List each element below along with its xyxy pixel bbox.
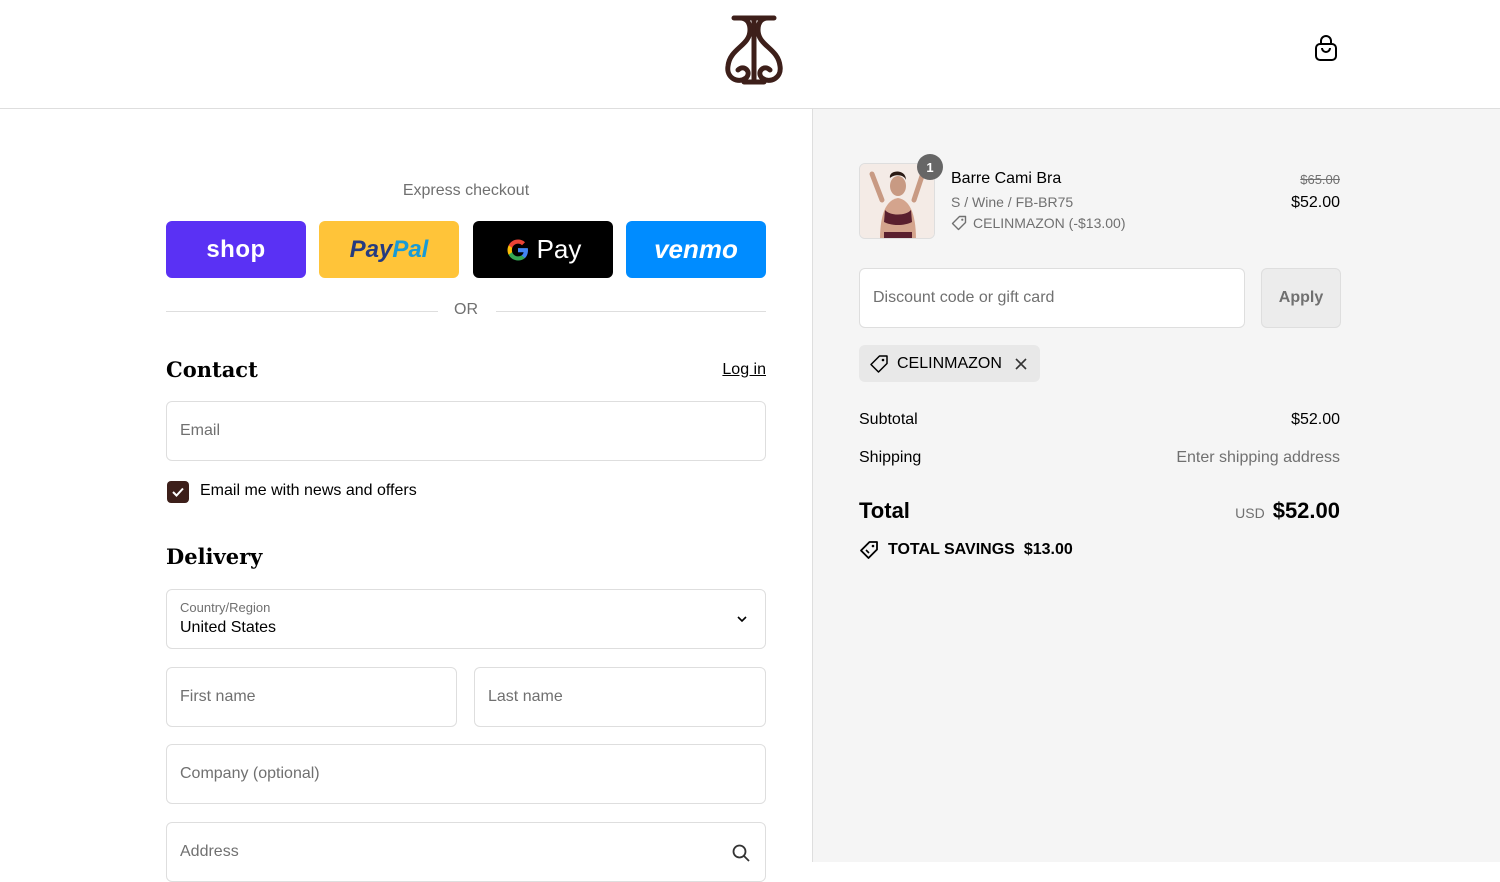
first-name-placeholder: First name: [180, 688, 256, 705]
first-name-field[interactable]: First name: [166, 667, 457, 727]
address-field[interactable]: Address: [166, 822, 766, 882]
paypal-label: PayPal: [350, 236, 429, 264]
country-label: Country/Region: [180, 600, 271, 615]
shipping-label: Shipping: [859, 449, 922, 466]
delivery-title: Delivery: [166, 544, 263, 569]
google-pay-text: Pay: [536, 234, 582, 264]
express-checkout-label: Express checkout: [402, 182, 530, 199]
or-label: OR: [454, 301, 478, 318]
total-label: Total: [859, 498, 910, 523]
brand-logo[interactable]: [720, 12, 788, 86]
total-value: USD $52.00: [1235, 498, 1340, 524]
close-icon: [1015, 357, 1027, 370]
product-name: Barre Cami Bra: [951, 170, 1062, 187]
product-variant: S / Wine / FB-BR75: [951, 194, 1074, 210]
company-field[interactable]: Company (optional): [166, 744, 766, 804]
last-name-placeholder: Last name: [488, 688, 563, 705]
country-value: United States: [180, 619, 277, 636]
discount-placeholder: Discount code or gift card: [873, 289, 1055, 306]
savings-value: $13.00: [1023, 541, 1073, 558]
address-placeholder: Address: [180, 843, 239, 860]
header: [0, 0, 1500, 109]
applied-code-chip: CELINMAZON: [859, 345, 1040, 382]
last-name-field[interactable]: Last name: [474, 667, 766, 727]
price-original: $65.00: [1300, 172, 1340, 187]
savings-label: TOTAL SAVINGS: [888, 541, 1015, 558]
quantity-badge: 1: [917, 154, 943, 180]
country-select[interactable]: Country/Region United States: [166, 589, 766, 649]
checkmark-icon: [172, 487, 184, 497]
subtotal-label: Subtotal: [859, 411, 918, 428]
shop-pay-label: shop: [206, 235, 266, 263]
shopping-bag-icon[interactable]: [1312, 34, 1340, 64]
log-in-link[interactable]: Log in: [700, 361, 766, 379]
total-amount: $52.00: [1272, 498, 1340, 523]
shop-pay-button[interactable]: shop: [166, 221, 306, 278]
contact-title: Contact: [166, 357, 258, 382]
tag-icon: [951, 215, 967, 231]
price-final: $52.00: [1291, 194, 1340, 211]
applied-code-label: CELINMAZON: [897, 354, 1002, 372]
product-discount-text: CELINMAZON (-$13.00): [973, 215, 1126, 231]
venmo-label: venmo: [654, 234, 738, 264]
newsletter-label: Email me with news and offers: [200, 482, 417, 499]
newsletter-checkbox[interactable]: [167, 481, 189, 503]
order-summary: 1 Barre Cami Bra S / Wine / FB-BR75 CELI…: [812, 109, 1500, 862]
remove-code-button[interactable]: [1014, 357, 1028, 371]
or-divider: OR: [166, 301, 766, 321]
subtotal-value: $52.00: [1291, 411, 1340, 428]
apply-button[interactable]: Apply: [1261, 268, 1341, 328]
total-currency: USD: [1235, 505, 1265, 521]
email-field[interactable]: Email: [166, 401, 766, 461]
google-pay-button[interactable]: Pay: [473, 221, 613, 278]
search-icon: [732, 844, 750, 862]
email-placeholder: Email: [180, 422, 221, 439]
venmo-button[interactable]: venmo: [626, 221, 766, 278]
chevron-down-icon: [737, 616, 747, 623]
shipping-value: Enter shipping address: [1176, 449, 1340, 466]
discount-code-input[interactable]: Discount code or gift card: [859, 268, 1245, 328]
google-g-icon: [507, 239, 528, 260]
product-discount: CELINMAZON (-$13.00): [951, 215, 1125, 231]
paypal-button[interactable]: PayPal: [319, 221, 459, 278]
total-savings: TOTAL SAVINGS $13.00: [859, 540, 1073, 560]
checkout-form: Express checkout shop PayPal Pay venmo O…: [0, 109, 812, 882]
paypal-label-pal: Pal: [392, 235, 429, 263]
company-placeholder: Company (optional): [180, 765, 320, 782]
tag-icon: [860, 541, 878, 559]
tag-icon: [870, 354, 888, 373]
paypal-label-pay: Pay: [349, 235, 393, 263]
google-pay-label: Pay: [505, 234, 582, 265]
